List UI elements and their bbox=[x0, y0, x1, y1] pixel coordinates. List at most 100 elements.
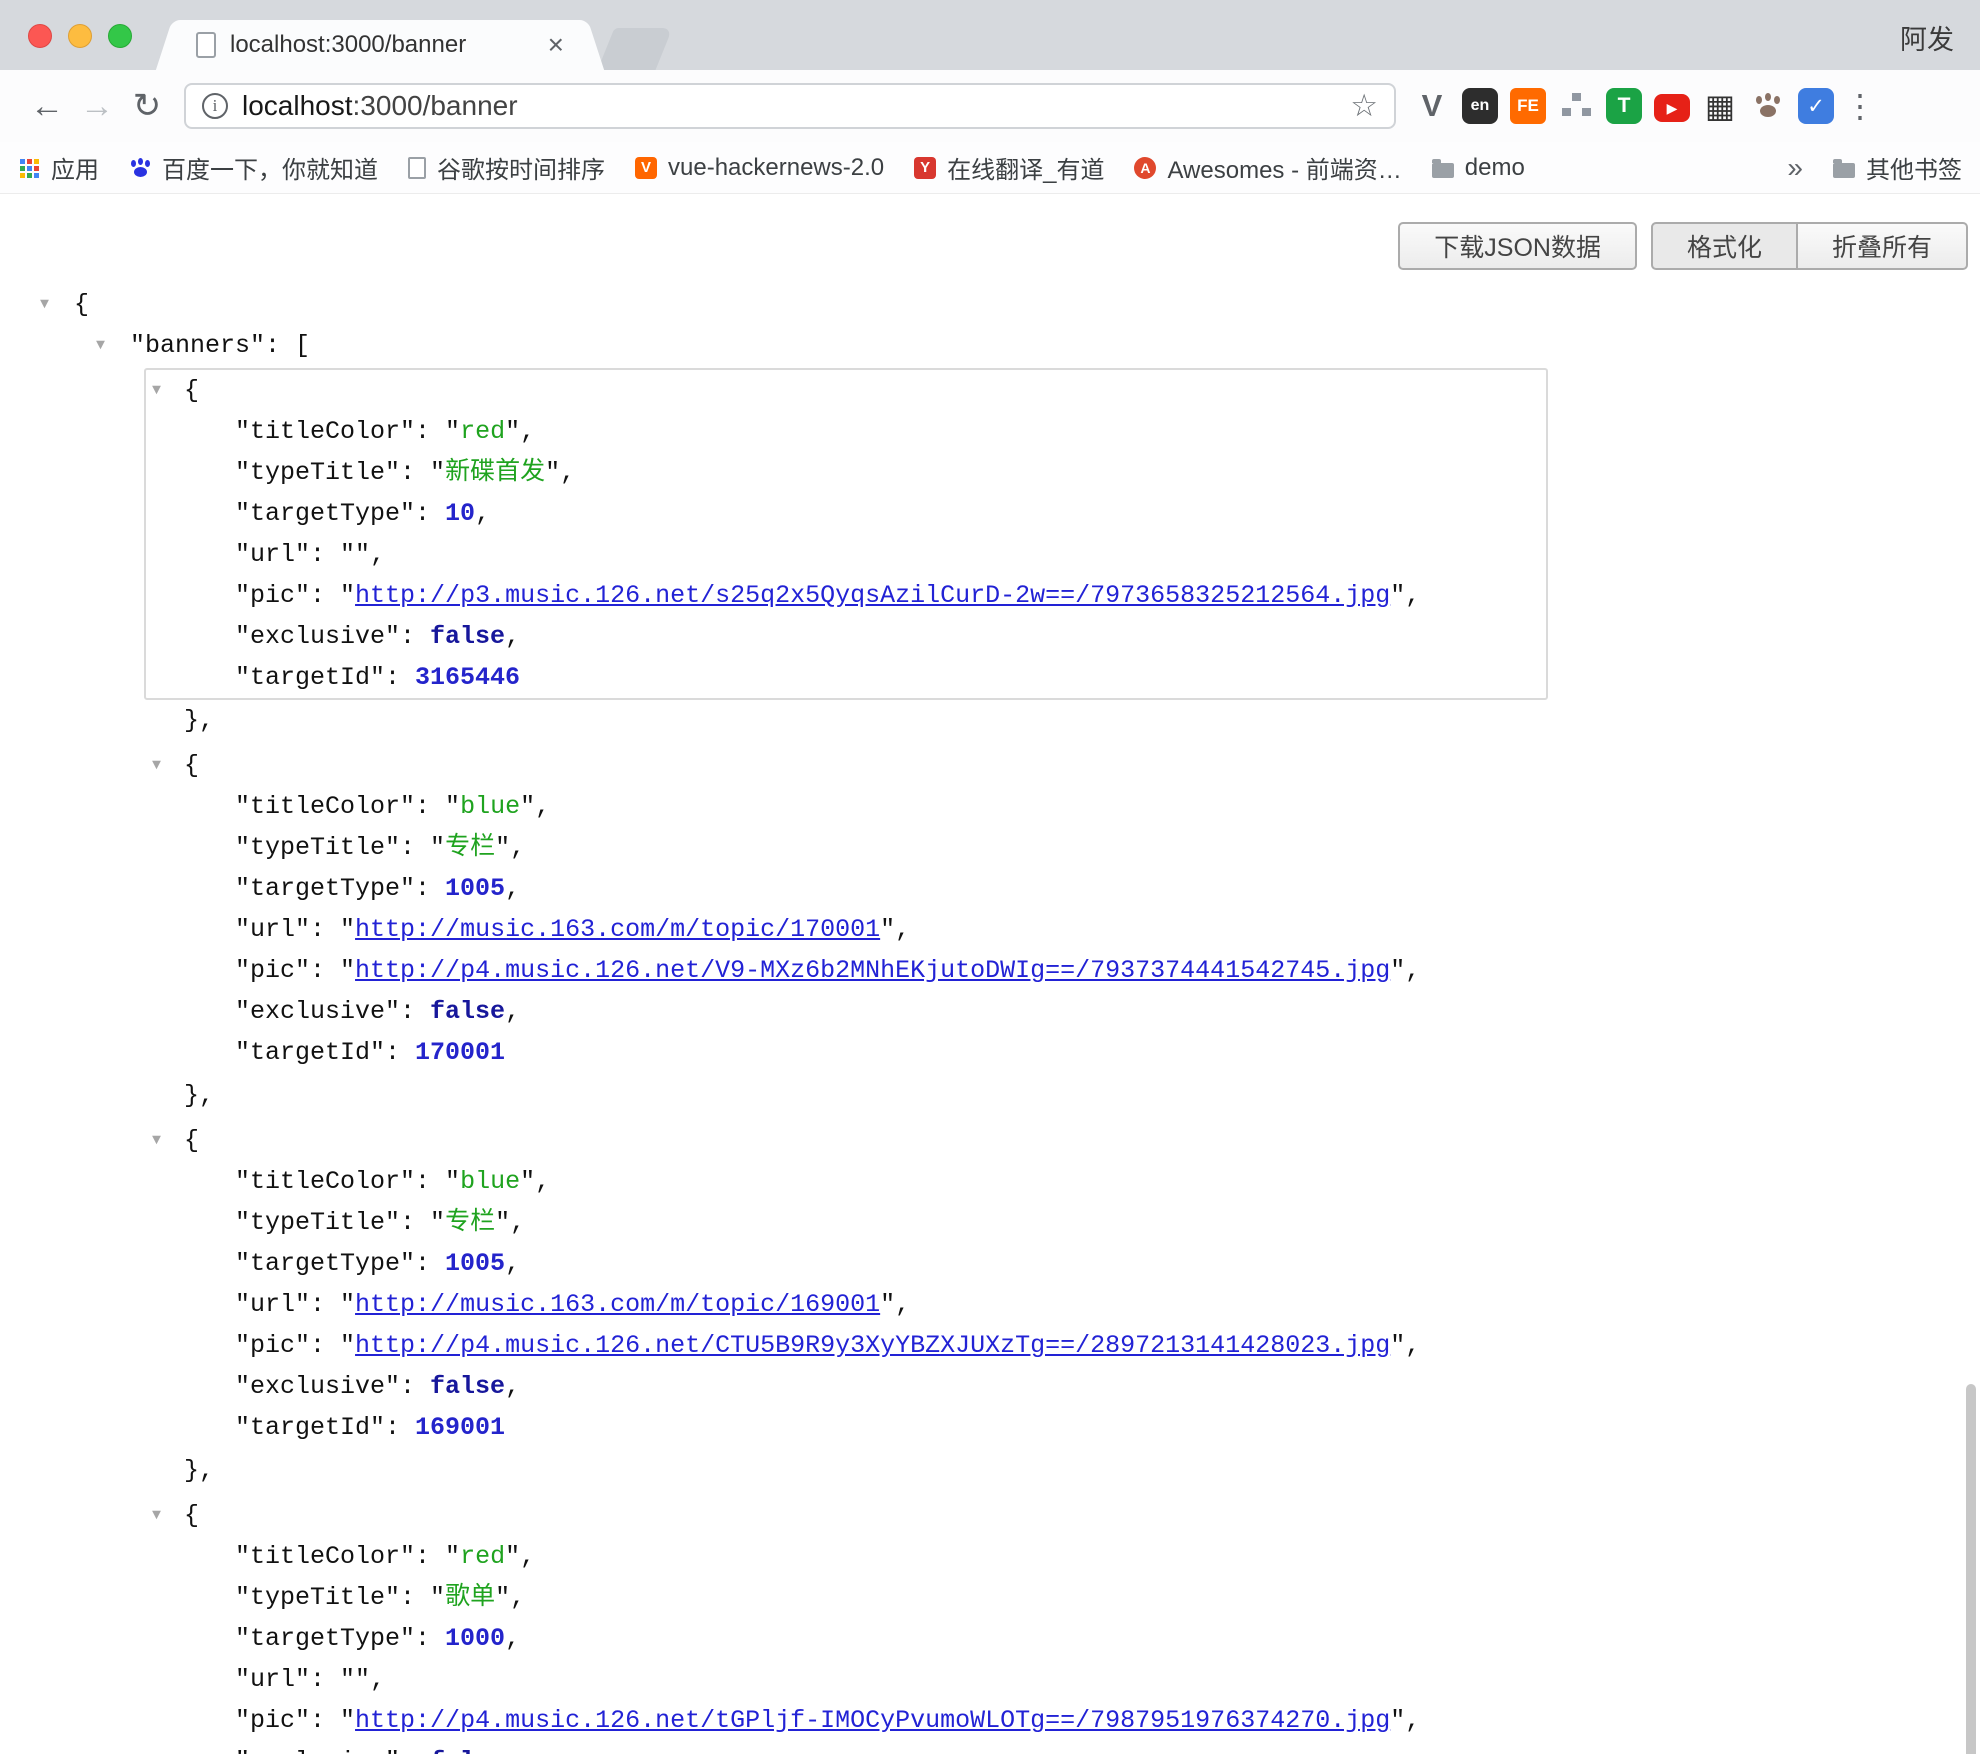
json-punct: : bbox=[415, 417, 445, 446]
page-favicon-icon bbox=[196, 32, 216, 58]
tab-bar: localhost:3000/banner × 阿发 bbox=[0, 0, 1980, 70]
bookmark-star-icon[interactable]: ☆ bbox=[1350, 88, 1378, 124]
collapse-all-button[interactable]: 折叠所有 bbox=[1798, 222, 1968, 270]
json-row: "exclusive": false, bbox=[146, 616, 1546, 657]
json-url-link[interactable]: http://p4.music.126.net/tGPljf-IMOCyPvum… bbox=[355, 1706, 1390, 1735]
bookmark-label: 百度一下，你就知道 bbox=[162, 150, 378, 185]
json-object-box: ▼{"titleColor": "blue","typeTitle": "专栏"… bbox=[144, 743, 1548, 1075]
bookmark-item[interactable]: demo bbox=[1432, 154, 1525, 182]
collapse-triangle-icon[interactable]: ▼ bbox=[152, 745, 161, 786]
vertical-scrollbar[interactable] bbox=[1966, 1384, 1976, 1754]
extension-icons: Ven FE T ▶ ▦ ✓ bbox=[1412, 86, 1836, 126]
download-json-button[interactable]: 下载JSON数据 bbox=[1398, 222, 1637, 270]
json-url-link[interactable]: http://music.163.com/m/topic/169001 bbox=[355, 1290, 880, 1319]
paw-print-icon[interactable] bbox=[1750, 88, 1786, 124]
json-punct: : bbox=[310, 581, 340, 610]
tab-title: localhost:3000/banner bbox=[230, 31, 538, 59]
json-row: "targetType": 10, bbox=[146, 493, 1546, 534]
json-url-link[interactable]: http://music.163.com/m/topic/170001 bbox=[355, 915, 880, 944]
format-button[interactable]: 格式化 bbox=[1651, 222, 1798, 270]
collapse-triangle-icon[interactable]: ▼ bbox=[152, 370, 161, 411]
json-punct: : bbox=[415, 499, 445, 528]
url-path: :3000/banner bbox=[353, 90, 518, 122]
json-key: "targetType" bbox=[235, 499, 415, 528]
bookmark-item[interactable]: 百度一下，你就知道 bbox=[129, 150, 378, 185]
json-object-box: ▼{"titleColor": "red","typeTitle": "新碟首发… bbox=[144, 368, 1548, 700]
json-comma: , bbox=[510, 1583, 525, 1612]
json-row: "pic": "http://p4.music.126.net/CTU5B9R9… bbox=[146, 1325, 1546, 1366]
blue-shield-check-icon[interactable]: ✓ bbox=[1798, 88, 1834, 124]
json-row: "url": "", bbox=[146, 1659, 1546, 1700]
browser-tab[interactable]: localhost:3000/banner × bbox=[178, 20, 582, 70]
bookmarks-overflow-chevron-icon[interactable]: » bbox=[1787, 152, 1803, 184]
page-info-icon[interactable]: i bbox=[202, 93, 228, 119]
close-window-button[interactable] bbox=[28, 24, 52, 48]
org-nodes-icon[interactable] bbox=[1558, 88, 1594, 124]
json-quote: " bbox=[495, 1208, 510, 1237]
json-row: ▼{ bbox=[146, 370, 1546, 411]
json-value-number: 1000 bbox=[445, 1624, 505, 1653]
json-punct: : bbox=[400, 1747, 430, 1754]
tab-close-icon[interactable]: × bbox=[548, 31, 564, 59]
page-icon bbox=[408, 157, 426, 179]
zoom-window-button[interactable] bbox=[108, 24, 132, 48]
json-array-item: ▼{"titleColor": "red","typeTitle": "新碟首发… bbox=[144, 368, 1548, 741]
json-value-boolean: false bbox=[430, 997, 505, 1026]
json-quote: " bbox=[880, 915, 895, 944]
bookmark-item[interactable]: Vvue-hackernews-2.0 bbox=[635, 154, 884, 182]
json-comma: , bbox=[505, 1747, 520, 1754]
json-punct: : bbox=[415, 1249, 445, 1278]
json-row: "targetId": 170001 bbox=[146, 1032, 1546, 1073]
back-icon[interactable]: ← bbox=[22, 87, 72, 126]
collapse-triangle-icon[interactable]: ▼ bbox=[152, 1120, 161, 1161]
json-comma: , bbox=[1405, 1331, 1420, 1360]
json-key: "typeTitle" bbox=[235, 1208, 400, 1237]
awesomes-badge-icon: A bbox=[1134, 157, 1156, 179]
json-url-link[interactable]: http://p4.music.126.net/V9-MXz6b2MNhEKju… bbox=[355, 956, 1390, 985]
video-play-icon[interactable]: ▶ bbox=[1654, 94, 1690, 122]
fe-badge-icon[interactable]: FE bbox=[1510, 88, 1546, 124]
json-punct: : bbox=[385, 1038, 415, 1067]
json-key: "typeTitle" bbox=[235, 458, 400, 487]
profile-name[interactable]: 阿发 bbox=[1900, 18, 1954, 57]
json-quote: " bbox=[355, 540, 370, 569]
json-comma: , bbox=[505, 1624, 520, 1653]
collapse-triangle-icon[interactable]: ▼ bbox=[96, 325, 105, 366]
folder-icon bbox=[1432, 163, 1454, 178]
qr-code-icon[interactable]: ▦ bbox=[1702, 88, 1738, 124]
reload-icon[interactable]: ↻ bbox=[122, 86, 172, 126]
collapse-triangle-icon[interactable]: ▼ bbox=[152, 1495, 161, 1536]
json-quote: " bbox=[430, 458, 445, 487]
address-bar[interactable]: i localhost :3000/banner ☆ bbox=[184, 83, 1396, 129]
json-punct: : bbox=[310, 1290, 340, 1319]
json-quote: " bbox=[430, 833, 445, 862]
minimize-window-button[interactable] bbox=[68, 24, 92, 48]
bookmark-item[interactable]: A Awesomes - 前端资… bbox=[1134, 150, 1401, 185]
json-quote: " bbox=[545, 458, 560, 487]
json-key: "titleColor" bbox=[235, 1167, 415, 1196]
browser-menu-icon[interactable]: ⋮ bbox=[1844, 87, 1876, 125]
json-quote: " bbox=[520, 1167, 535, 1196]
green-shield-t-icon[interactable]: T bbox=[1606, 88, 1642, 124]
bookmark-item[interactable]: 应用 bbox=[18, 150, 99, 185]
json-quote: " bbox=[340, 1665, 355, 1694]
bookmark-item[interactable]: Y在线翻译_有道 bbox=[914, 150, 1104, 185]
v-letter-icon[interactable]: V bbox=[1414, 88, 1450, 124]
json-row: }, bbox=[144, 1075, 1548, 1116]
json-punct: : bbox=[415, 1542, 445, 1571]
json-url-link[interactable]: http://p3.music.126.net/s25q2x5QyqsAzilC… bbox=[355, 581, 1390, 610]
json-url-link[interactable]: http://p4.music.126.net/CTU5B9R9y3XyYBZX… bbox=[355, 1331, 1390, 1360]
json-comma: , bbox=[505, 997, 520, 1026]
json-row: "pic": "http://p3.music.126.net/s25q2x5Q… bbox=[146, 575, 1546, 616]
json-quote: " bbox=[1390, 1331, 1405, 1360]
json-comma: , bbox=[1405, 581, 1420, 610]
collapse-triangle-icon[interactable]: ▼ bbox=[40, 284, 49, 325]
json-quote: " bbox=[340, 1331, 355, 1360]
translate-pen-icon[interactable]: en bbox=[1462, 88, 1498, 124]
bookmark-item[interactable]: 谷歌按时间排序 bbox=[408, 150, 605, 185]
bookmark-label: Awesomes - 前端资… bbox=[1167, 150, 1401, 185]
json-comma: , bbox=[520, 1542, 535, 1571]
other-bookmarks-button[interactable]: 其他书签 bbox=[1833, 150, 1962, 185]
json-comma: , bbox=[505, 1249, 520, 1278]
new-tab-button[interactable] bbox=[598, 28, 673, 70]
